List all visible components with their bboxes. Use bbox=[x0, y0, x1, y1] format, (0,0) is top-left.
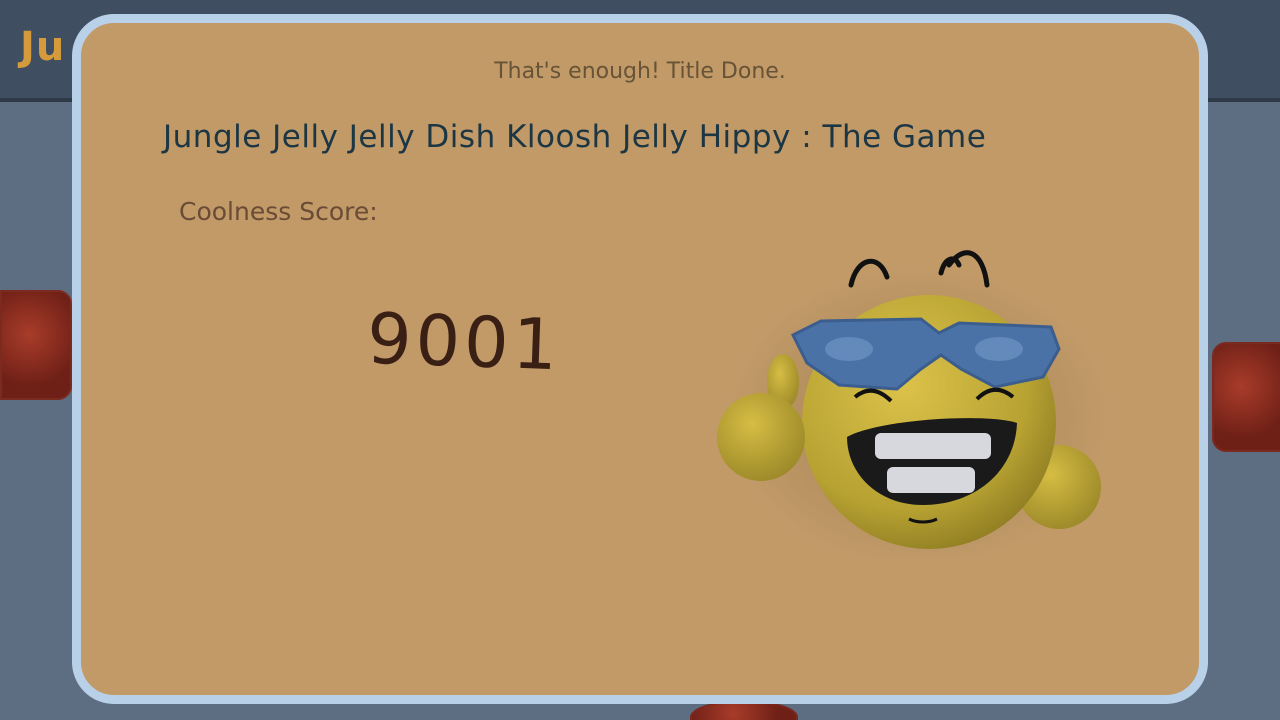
coolness-score-label: Coolness Score: bbox=[179, 197, 378, 226]
cool-emoji-mascot-icon bbox=[717, 250, 1109, 557]
background-jelly-right bbox=[1212, 342, 1280, 452]
dialog-caption: That's enough! Title Done. bbox=[494, 59, 786, 84]
top-bar-title: Ju bbox=[20, 24, 66, 70]
game-scene: Ju That's enough! Title Done. Jungle Jel… bbox=[0, 0, 1280, 720]
coolness-score-value: 9001 bbox=[365, 297, 563, 387]
game-title: Jungle Jelly Jelly Dish Kloosh Jelly Hip… bbox=[163, 119, 987, 155]
background-jelly-left bbox=[0, 290, 72, 400]
title-dialog[interactable]: That's enough! Title Done. Jungle Jelly … bbox=[72, 14, 1208, 704]
